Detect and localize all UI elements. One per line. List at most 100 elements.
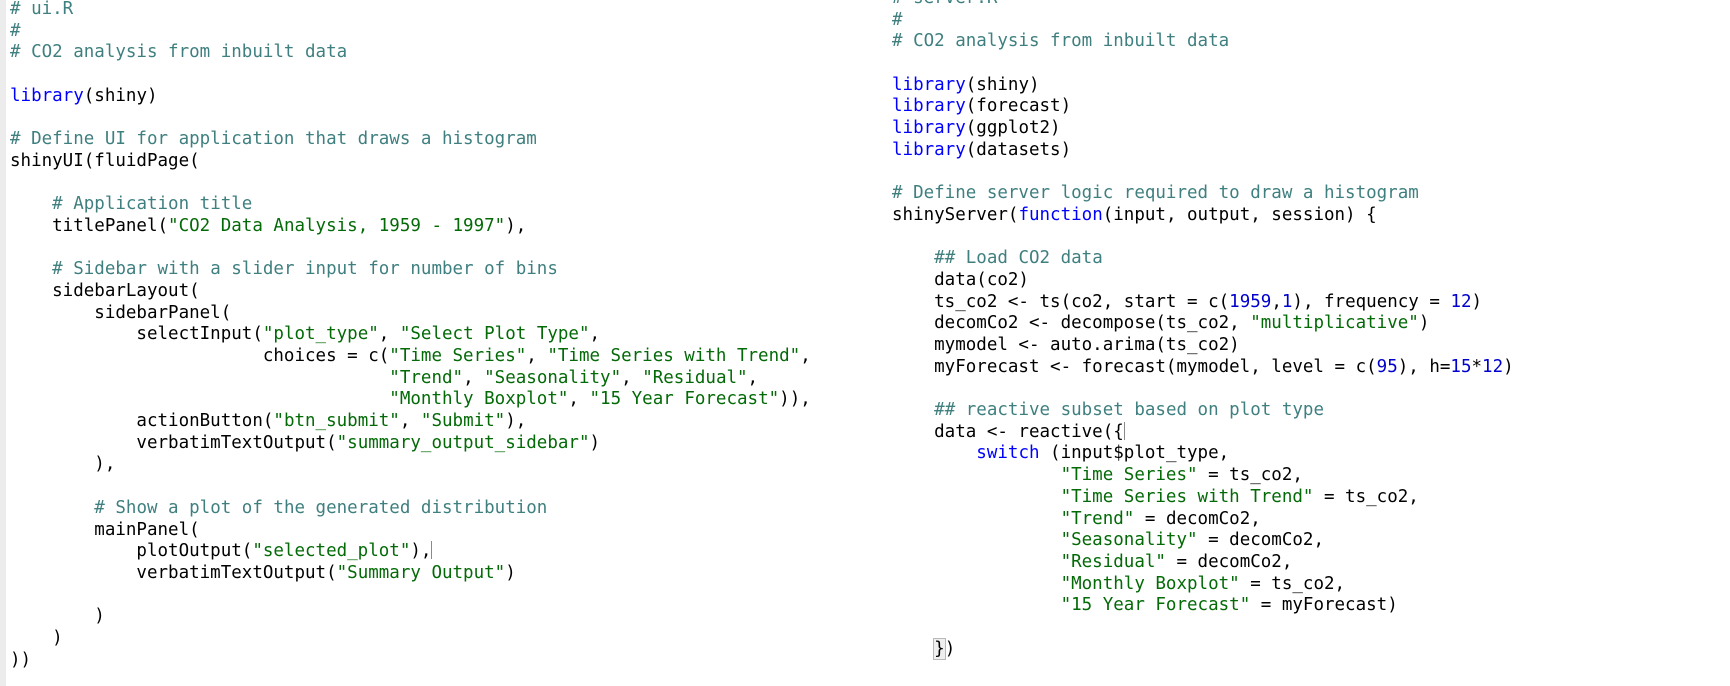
ui-r-code-line[interactable]: titlePanel("CO2 Data Analysis, 1959 - 19… <box>10 216 880 238</box>
ui-r-code-line[interactable]: ), <box>10 454 880 476</box>
ui-r-code-line[interactable]: mainPanel( <box>10 520 880 542</box>
code-token: ) <box>1471 291 1483 312</box>
code-token: (input, output, session) { <box>1102 204 1377 225</box>
server-r-code-line[interactable]: library(shiny) <box>892 75 1730 97</box>
server-r-code-line[interactable] <box>892 53 1730 75</box>
server-r-code-line[interactable] <box>892 227 1730 249</box>
ui-r-code-line[interactable] <box>10 64 880 86</box>
server-r-code-line[interactable]: }) <box>892 637 1730 661</box>
server-r-code-line[interactable]: "Trend" = decomCo2, <box>892 509 1730 531</box>
server-r-code-line[interactable]: "Time Series with Trend" = ts_co2, <box>892 487 1730 509</box>
server-r-code-line[interactable]: mymodel <- auto.arima(ts_co2) <box>892 335 1730 357</box>
server-r-editor-pane[interactable]: # server.R## CO2 analysis from inbuilt d… <box>880 0 1730 686</box>
ui-r-code-line[interactable]: library(shiny) <box>10 86 880 108</box>
server-r-code-line[interactable]: # CO2 analysis from inbuilt data <box>892 31 1730 53</box>
server-r-code[interactable]: # server.R## CO2 analysis from inbuilt d… <box>892 0 1730 660</box>
ui-r-code-line[interactable]: # Show a plot of the generated distribut… <box>10 498 880 520</box>
ui-r-code-line[interactable] <box>10 173 880 195</box>
server-r-code-line[interactable]: ## reactive subset based on plot type <box>892 400 1730 422</box>
ui-r-code-line[interactable]: sidebarPanel( <box>10 303 880 325</box>
comment-token: # Define UI for application that draws a… <box>10 129 537 150</box>
code-token: = decomCo2, <box>1197 530 1324 551</box>
ui-r-code-line[interactable]: ) <box>10 628 880 650</box>
server-r-code-line[interactable]: "Seasonality" = decomCo2, <box>892 530 1730 552</box>
server-r-code-line[interactable] <box>892 162 1730 184</box>
ui-r-code-line[interactable]: # ui.R <box>10 0 880 21</box>
server-r-code-line[interactable]: ts_co2 <- ts(co2, start = c(1959,1), fre… <box>892 292 1730 314</box>
code-token: = decomCo2, <box>1134 508 1261 529</box>
ui-r-code-line[interactable] <box>10 107 880 129</box>
server-r-code-line[interactable]: # server.R <box>892 0 1730 10</box>
code-token: , <box>378 324 400 345</box>
comment-token: # Define server logic required to draw a… <box>892 183 1419 204</box>
server-r-code-line[interactable]: data(co2) <box>892 270 1730 292</box>
server-r-code-line[interactable]: switch (input$plot_type, <box>892 443 1730 465</box>
string-token: "Residual" <box>642 367 748 388</box>
ui-r-code-line[interactable]: plotOutput("selected_plot"), <box>10 541 880 563</box>
comment-token: ## Load CO2 data <box>934 248 1103 269</box>
ui-r-code-line[interactable]: # Sidebar with a slider input for number… <box>10 259 880 281</box>
server-r-code-line[interactable] <box>892 617 1730 639</box>
code-token: )), <box>779 389 811 410</box>
ui-r-code-line[interactable] <box>10 585 880 607</box>
ui-r-code-line[interactable]: ) <box>10 606 880 628</box>
code-token: = ts_co2, <box>1313 486 1419 507</box>
server-r-code-line[interactable]: "15 Year Forecast" = myForecast) <box>892 595 1730 617</box>
ui-r-code-line[interactable]: # CO2 analysis from inbuilt data <box>10 42 880 64</box>
server-r-code-line[interactable]: # <box>892 10 1730 32</box>
server-r-code-line[interactable] <box>892 378 1730 400</box>
code-token: = myForecast) <box>1250 595 1398 616</box>
ui-r-editor-pane[interactable]: # ui.R # # CO2 analysis from inbuilt data l… <box>0 0 880 686</box>
ui-r-code-line[interactable]: # <box>10 21 880 43</box>
server-r-code-line[interactable]: ## Load CO2 data <box>892 248 1730 270</box>
ui-r-code-line[interactable] <box>10 238 880 260</box>
code-token: ) <box>1418 313 1430 334</box>
code-token: shinyUI(fluidPage( <box>10 150 200 171</box>
ui-r-code[interactable]: # ui.R # # CO2 analysis from inbuilt data l… <box>10 0 880 671</box>
ui-r-code-line[interactable]: selectInput("plot_type", "Select Plot Ty… <box>10 324 880 346</box>
ui-r-code-line[interactable]: "Trend", "Seasonality", "Residual", <box>10 368 880 390</box>
ui-r-code-line[interactable]: choices = c("Time Series", "Time Series … <box>10 346 880 368</box>
server-r-code-line[interactable]: library(datasets) <box>892 140 1730 162</box>
server-r-code-line[interactable]: # Define server logic required to draw a… <box>892 183 1730 205</box>
string-token: "Monthly Boxplot" <box>389 389 569 410</box>
code-token: choices = c( <box>10 346 390 366</box>
ui-r-code-line[interactable]: )) <box>10 650 880 672</box>
string-token: "btn_submit" <box>273 411 400 432</box>
ui-r-code-line[interactable] <box>10 476 880 498</box>
server-r-code-line[interactable]: decomCo2 <- decompose(ts_co2, "multiplic… <box>892 313 1730 335</box>
ui-r-code-line[interactable]: verbatimTextOutput("Summary Output") <box>10 563 880 585</box>
code-token: ) <box>10 627 63 648</box>
code-token: , <box>800 346 811 366</box>
string-token: "Time Series" <box>1060 465 1198 486</box>
server-r-code-line[interactable]: library(ggplot2) <box>892 118 1730 140</box>
string-token: "Time Series with Trend" <box>1060 486 1314 507</box>
ui-r-code-line[interactable]: verbatimTextOutput("summary_output_sideb… <box>10 433 880 455</box>
ui-r-code-line[interactable]: # Define UI for application that draws a… <box>10 129 880 151</box>
ui-r-code-line[interactable]: shinyUI(fluidPage( <box>10 151 880 173</box>
server-r-code-line[interactable]: shinyServer(function(input, output, sess… <box>892 205 1730 227</box>
server-r-code-line[interactable]: "Residual" = decomCo2, <box>892 552 1730 574</box>
code-token: ) <box>505 562 516 583</box>
ui-r-code-line[interactable]: sidebarLayout( <box>10 281 880 303</box>
ui-r-code-line[interactable]: # Application title <box>10 194 880 216</box>
server-r-code-line[interactable]: data <- reactive({ <box>892 421 1730 444</box>
string-token: "Monthly Boxplot" <box>1060 573 1240 594</box>
server-r-code-line[interactable]: library(forecast) <box>892 96 1730 118</box>
string-token: "Trend" <box>389 367 464 388</box>
server-r-code-line[interactable]: "Time Series" = ts_co2, <box>892 465 1730 487</box>
code-token: data <- reactive({ <box>892 421 1124 442</box>
string-token: "Seasonality" <box>484 367 622 388</box>
code-token: decomCo2 <- decompose(ts_co2, <box>892 313 1251 334</box>
string-token: "plot_type" <box>262 324 379 345</box>
ui-r-code-line[interactable]: actionButton("btn_submit", "Submit"), <box>10 411 880 433</box>
ui-r-code-line[interactable]: "Monthly Boxplot", "15 Year Forecast")), <box>10 389 880 411</box>
code-token: mymodel <- auto.arima(ts_co2) <box>892 335 1240 355</box>
server-r-code-line[interactable]: "Monthly Boxplot" = ts_co2, <box>892 574 1730 596</box>
server-r-code-line[interactable]: myForecast <- forecast(mymodel, level = … <box>892 357 1730 379</box>
text-cursor <box>1123 421 1125 440</box>
